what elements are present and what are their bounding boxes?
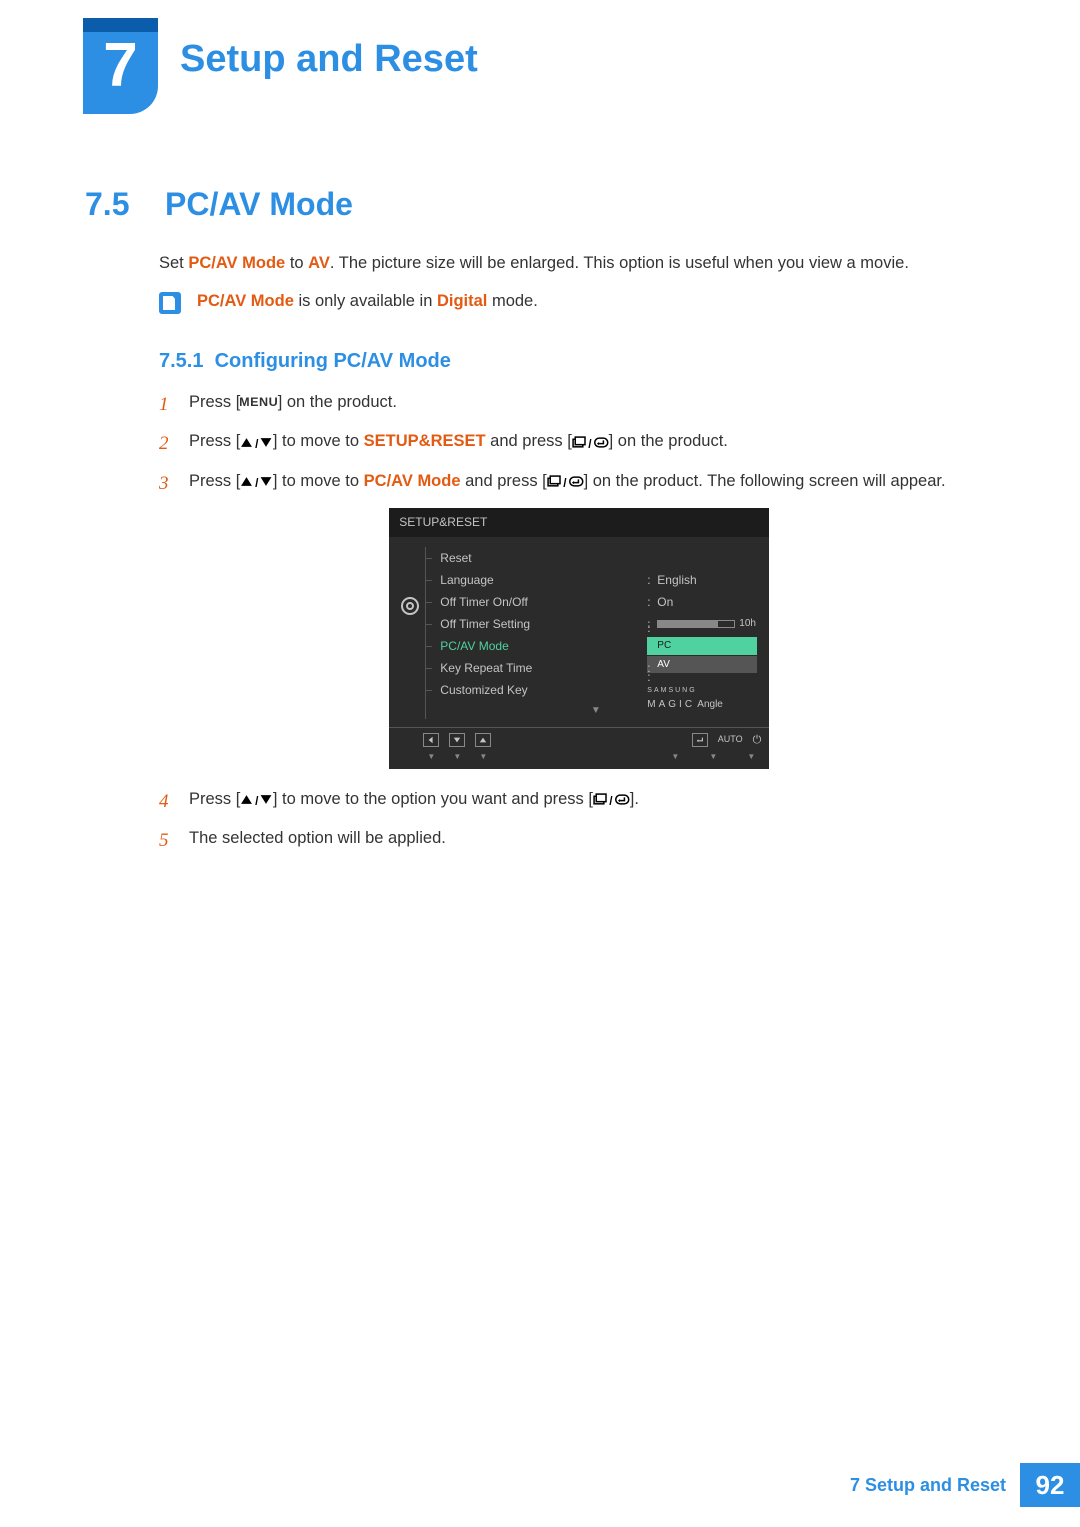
svg-text:/: / [256,476,260,488]
svg-text:/: / [256,436,260,448]
svg-text:/: / [588,436,592,448]
intro-bold-2: AV [308,254,330,272]
steps-list: 1 Press [MENU] on the product. 2 Press [… [159,390,979,866]
triangle-down-icon: ▼ [705,751,721,763]
section-number: 7.5 [85,186,129,222]
note-row: PC/AV Mode is only available in Digital … [159,292,538,314]
back-icon [423,733,439,747]
source-enter-icon: / [572,436,609,449]
gear-icon [401,597,419,615]
section-title: PC/AV Mode [165,186,353,222]
down-icon [449,733,465,747]
note-icon [159,292,181,314]
step-2: 2 Press [/] to move to SETUP&RESET and p… [159,429,979,458]
osd-header: SETUP&RESET [389,508,769,537]
osd-item-customkey: Customized Key : SAMSUNGMAGIC Angle [432,679,759,701]
svg-text:/: / [563,476,567,488]
up-icon [475,733,491,747]
triangle-down-icon: ▼ [667,751,683,763]
up-down-icon: / [240,475,273,488]
chapter-badge: 7 [83,18,158,114]
osd-item-offtimer: Off Timer On/Off : On [432,591,759,613]
intro-bold-1: PC/AV Mode [188,254,285,272]
triangle-down-icon: ▼ [743,751,759,763]
power-icon: ⏻ [753,732,762,749]
step-5: 5 The selected option will be applied. [159,826,979,855]
source-enter-icon: / [593,793,630,806]
chapter-title: Setup and Reset [180,38,478,81]
osd-item-pcav: PC/AV Mode : PCAV [432,635,759,657]
osd-item-language: Language : English [432,569,759,591]
chapter-number: 7 [103,30,137,114]
osd-screenshot: SETUP&RESET Reset Language : English [213,508,946,769]
intro-paragraph: Set PC/AV Mode to AV. The picture size w… [159,251,909,276]
triangle-down-icon: ▼ [449,751,465,763]
page-footer: 7 Setup and Reset 92 [850,1463,1080,1507]
osd-footer: AUTO ⏻ [389,727,769,751]
svg-text:/: / [256,794,260,806]
up-down-icon: / [240,436,273,449]
note-text: PC/AV Mode is only available in Digital … [197,292,538,311]
menu-key-icon: MENU [239,393,278,412]
step-1: 1 Press [MENU] on the product. [159,390,979,419]
subsection-heading: 7.5.1 Configuring PC/AV Mode [159,350,451,373]
footer-chapter: 7 Setup and Reset [850,1475,1006,1496]
auto-label: AUTO [718,733,743,747]
source-enter-icon: / [547,475,584,488]
footer-page-number: 92 [1020,1463,1080,1507]
step-4: 4 Press [/] to move to the option you wa… [159,787,979,816]
step-3: 3 Press [/] to move to PC/AV Mode and pr… [159,469,979,777]
enter-icon [692,733,708,747]
up-down-icon: / [240,793,273,806]
svg-text:/: / [609,794,613,806]
section-heading: 7.5 PC/AV Mode [85,186,353,223]
triangle-down-icon: ▼ [423,751,439,763]
triangle-down-icon: ▼ [475,751,491,763]
osd-item-reset: Reset [432,547,759,569]
